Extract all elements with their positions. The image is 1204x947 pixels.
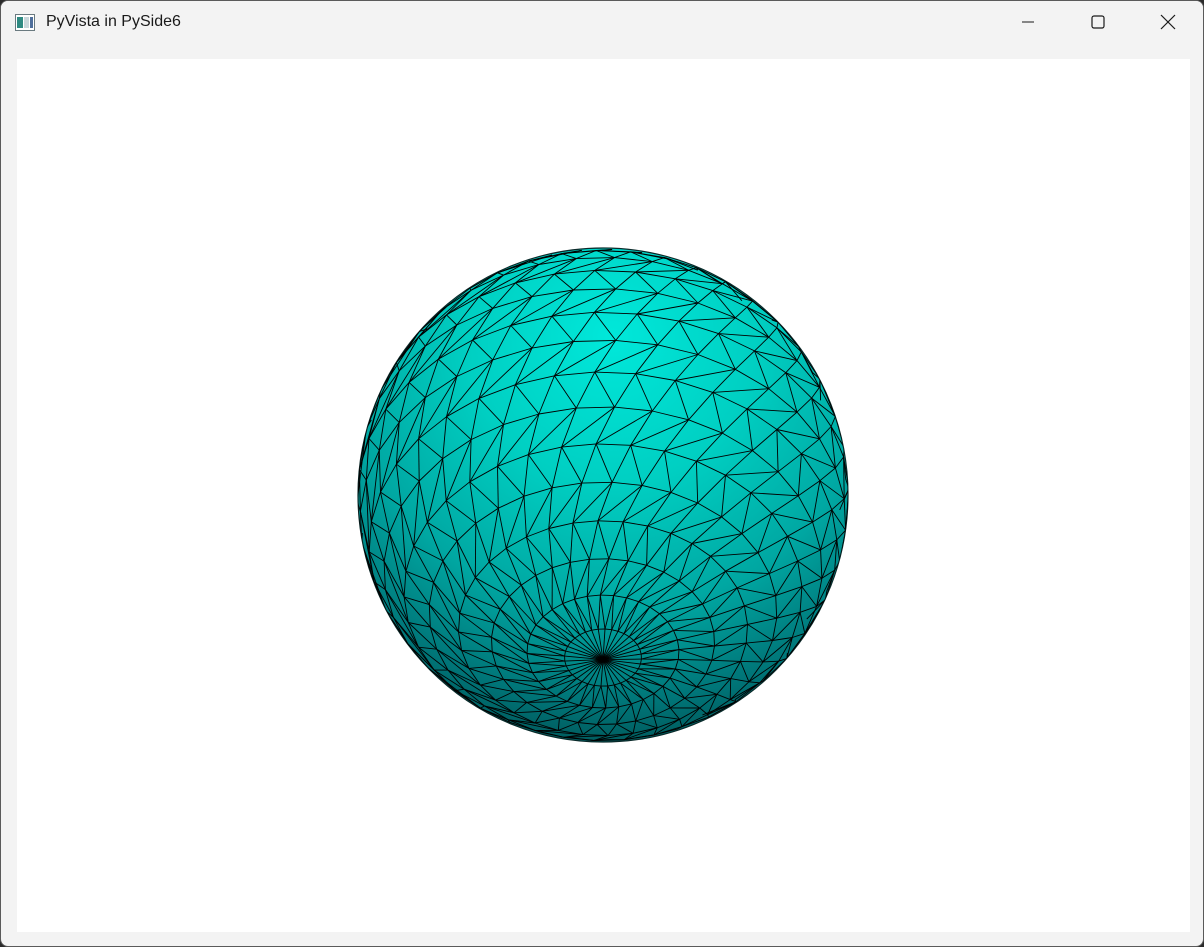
close-icon (1160, 14, 1176, 35)
mesh-edge (474, 523, 477, 578)
close-button[interactable] (1133, 1, 1203, 47)
mesh-edge (597, 723, 617, 725)
app-icon (15, 14, 35, 31)
title-bar[interactable]: PyVista in PySide6 (1, 1, 1203, 47)
render-viewport[interactable] (17, 59, 1190, 932)
mesh-edge (592, 707, 606, 709)
mesh-edge (418, 438, 420, 482)
mesh-edge (843, 456, 845, 499)
sphere-mesh[interactable] (357, 247, 849, 743)
minimize-icon (1021, 15, 1035, 34)
mesh-edge (740, 660, 764, 663)
maximize-button[interactable] (1063, 1, 1133, 47)
minimize-button[interactable] (993, 1, 1063, 47)
mesh-edge (602, 658, 642, 661)
window-title: PyVista in PySide6 (46, 13, 181, 30)
mesh-edge (600, 594, 614, 597)
mesh-edge (729, 678, 732, 700)
app-window: PyVista in PySide6 (0, 0, 1204, 947)
sphere-scene[interactable] (17, 59, 1190, 932)
maximize-icon (1091, 14, 1105, 34)
mesh-edge (589, 558, 609, 560)
